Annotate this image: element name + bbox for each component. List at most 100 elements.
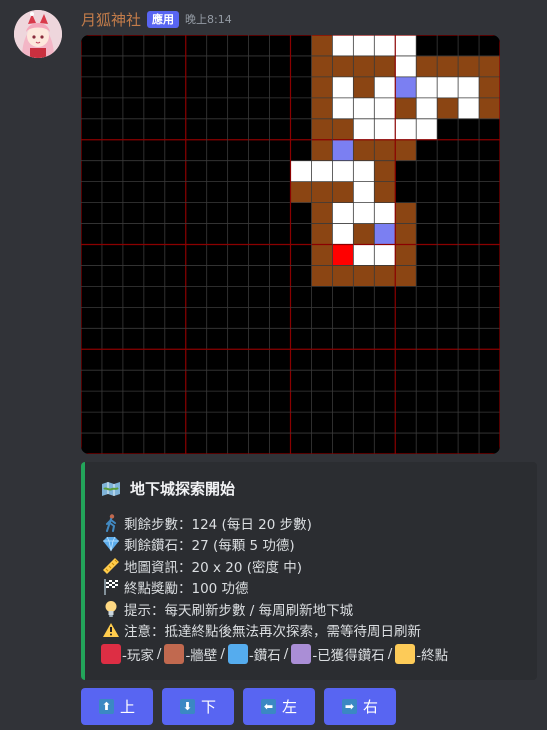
path-cell [395,118,417,140]
diamonds-text: 剩餘鑽石：27 (每顆 5 功德) [124,538,295,555]
app-badge: 應用 [147,10,180,28]
legend-diamond-swatch [227,644,248,664]
wall-cell [437,97,459,119]
path-cell [353,35,375,56]
path-cell [332,202,354,224]
wall-cell [395,244,417,266]
wall-cell [374,139,396,161]
wall-cell [332,181,354,203]
player-cell [332,244,354,266]
legend-goal-label: -終點 [416,648,449,664]
path-cell [332,35,354,56]
path-cell [458,97,480,119]
path-cell [290,160,312,182]
move-right-label: 右 [362,698,378,716]
gem-icon [101,536,121,552]
username[interactable]: 月狐神社 [81,9,141,30]
path-cell [374,35,396,56]
map-icon [101,481,121,497]
map-info-line: 地圖資訊：20 x 20 (密度 中) [101,555,531,577]
wall-cell [479,97,500,119]
map-legend: -玩家 / -牆壁 / -鑽石 / -已獲得鑽石 / -終點 [101,642,531,666]
wall-cell [290,181,312,203]
ruler-icon [101,557,121,575]
legend-collected-swatch [291,644,312,664]
wall-cell [311,55,333,77]
wall-cell [395,97,417,119]
path-cell [353,181,375,203]
wall-cell [332,118,354,140]
path-cell [353,97,375,119]
path-cell [395,35,417,56]
move-right-button[interactable]: ➡ 右 [324,688,396,725]
wall-cell [311,202,333,224]
bot-avatar[interactable] [14,10,62,58]
legend-collected-label: -已獲得鑽石 [312,648,385,664]
legend-player-label: -玩家 [122,648,154,664]
path-cell [395,55,417,77]
move-up-label: 上 [119,698,135,716]
path-cell [416,76,438,98]
reward-text: 終點獎勵：100 功德 [124,581,249,598]
move-left-button[interactable]: ⬅ 左 [243,688,315,725]
wall-cell [311,265,333,287]
arrow-right-icon: ➡ [341,699,357,714]
dungeon-map-image[interactable] [81,35,500,454]
path-cell [353,244,375,266]
dungeon-map-grid [81,35,500,454]
path-cell [416,118,438,140]
wall-cell [311,244,333,266]
wall-cell [311,181,333,203]
wall-cell [374,160,396,182]
wall-cell [395,202,417,224]
diamond-cell [395,76,417,98]
diamond-cell [374,223,396,245]
dungeon-embed: 地下城探索開始 剩餘步數：124 (每日 20 步數) 剩餘鑽石：27 (每顆 … [81,462,537,680]
wall-cell [332,265,354,287]
arrow-down-icon: ⬇ [179,699,195,714]
path-cell [311,160,333,182]
arrow-up-icon: ⬆ [98,699,114,714]
path-cell [374,76,396,98]
wall-cell [353,76,375,98]
wall-cell [311,223,333,245]
wall-cell [395,223,417,245]
wall-cell [311,139,333,161]
path-cell [332,97,354,119]
path-cell [374,118,396,140]
wall-cell [458,55,480,77]
fox-girl-avatar-icon [14,10,62,58]
warning-line: 注意：抵達終點後無法再次探索，需等待周日刷新 [101,620,531,642]
warning-text: 注意：抵達終點後無法再次探索，需等待周日刷新 [124,624,421,641]
tip-text: 提示：每天刷新步數 / 每周刷新地下城 [124,602,354,619]
embed-title-text: 地下城探索開始 [130,480,236,498]
wall-cell [479,76,500,98]
legend-wall-swatch [164,644,185,664]
wall-cell [311,76,333,98]
timestamp[interactable]: 晚上8:14 [185,11,232,27]
path-cell [374,202,396,224]
wall-cell [311,118,333,140]
wall-cell [311,97,333,119]
wall-cell [437,55,459,77]
path-cell [374,97,396,119]
wall-cell [353,223,375,245]
arrow-left-icon: ⬅ [260,699,276,714]
move-up-button[interactable]: ⬆ 上 [81,688,153,725]
warning-icon [101,622,121,638]
steps-line: 剩餘步數：124 (每日 20 步數) [101,512,531,534]
path-cell [416,97,438,119]
embed-title: 地下城探索開始 [101,478,235,499]
path-cell [332,76,354,98]
move-down-button[interactable]: ⬇ 下 [162,688,234,725]
wall-cell [416,55,438,77]
wall-cell [332,55,354,77]
legend-goal-swatch [395,644,416,664]
wall-cell [374,55,396,77]
move-down-label: 下 [200,698,216,716]
checkered-flag-icon [101,578,121,596]
map-info-text: 地圖資訊：20 x 20 (密度 中) [124,559,303,576]
diamonds-line: 剩餘鑽石：27 (每顆 5 功德) [101,534,531,556]
steps-text: 剩餘步數：124 (每日 20 步數) [124,516,312,533]
path-cell [353,202,375,224]
